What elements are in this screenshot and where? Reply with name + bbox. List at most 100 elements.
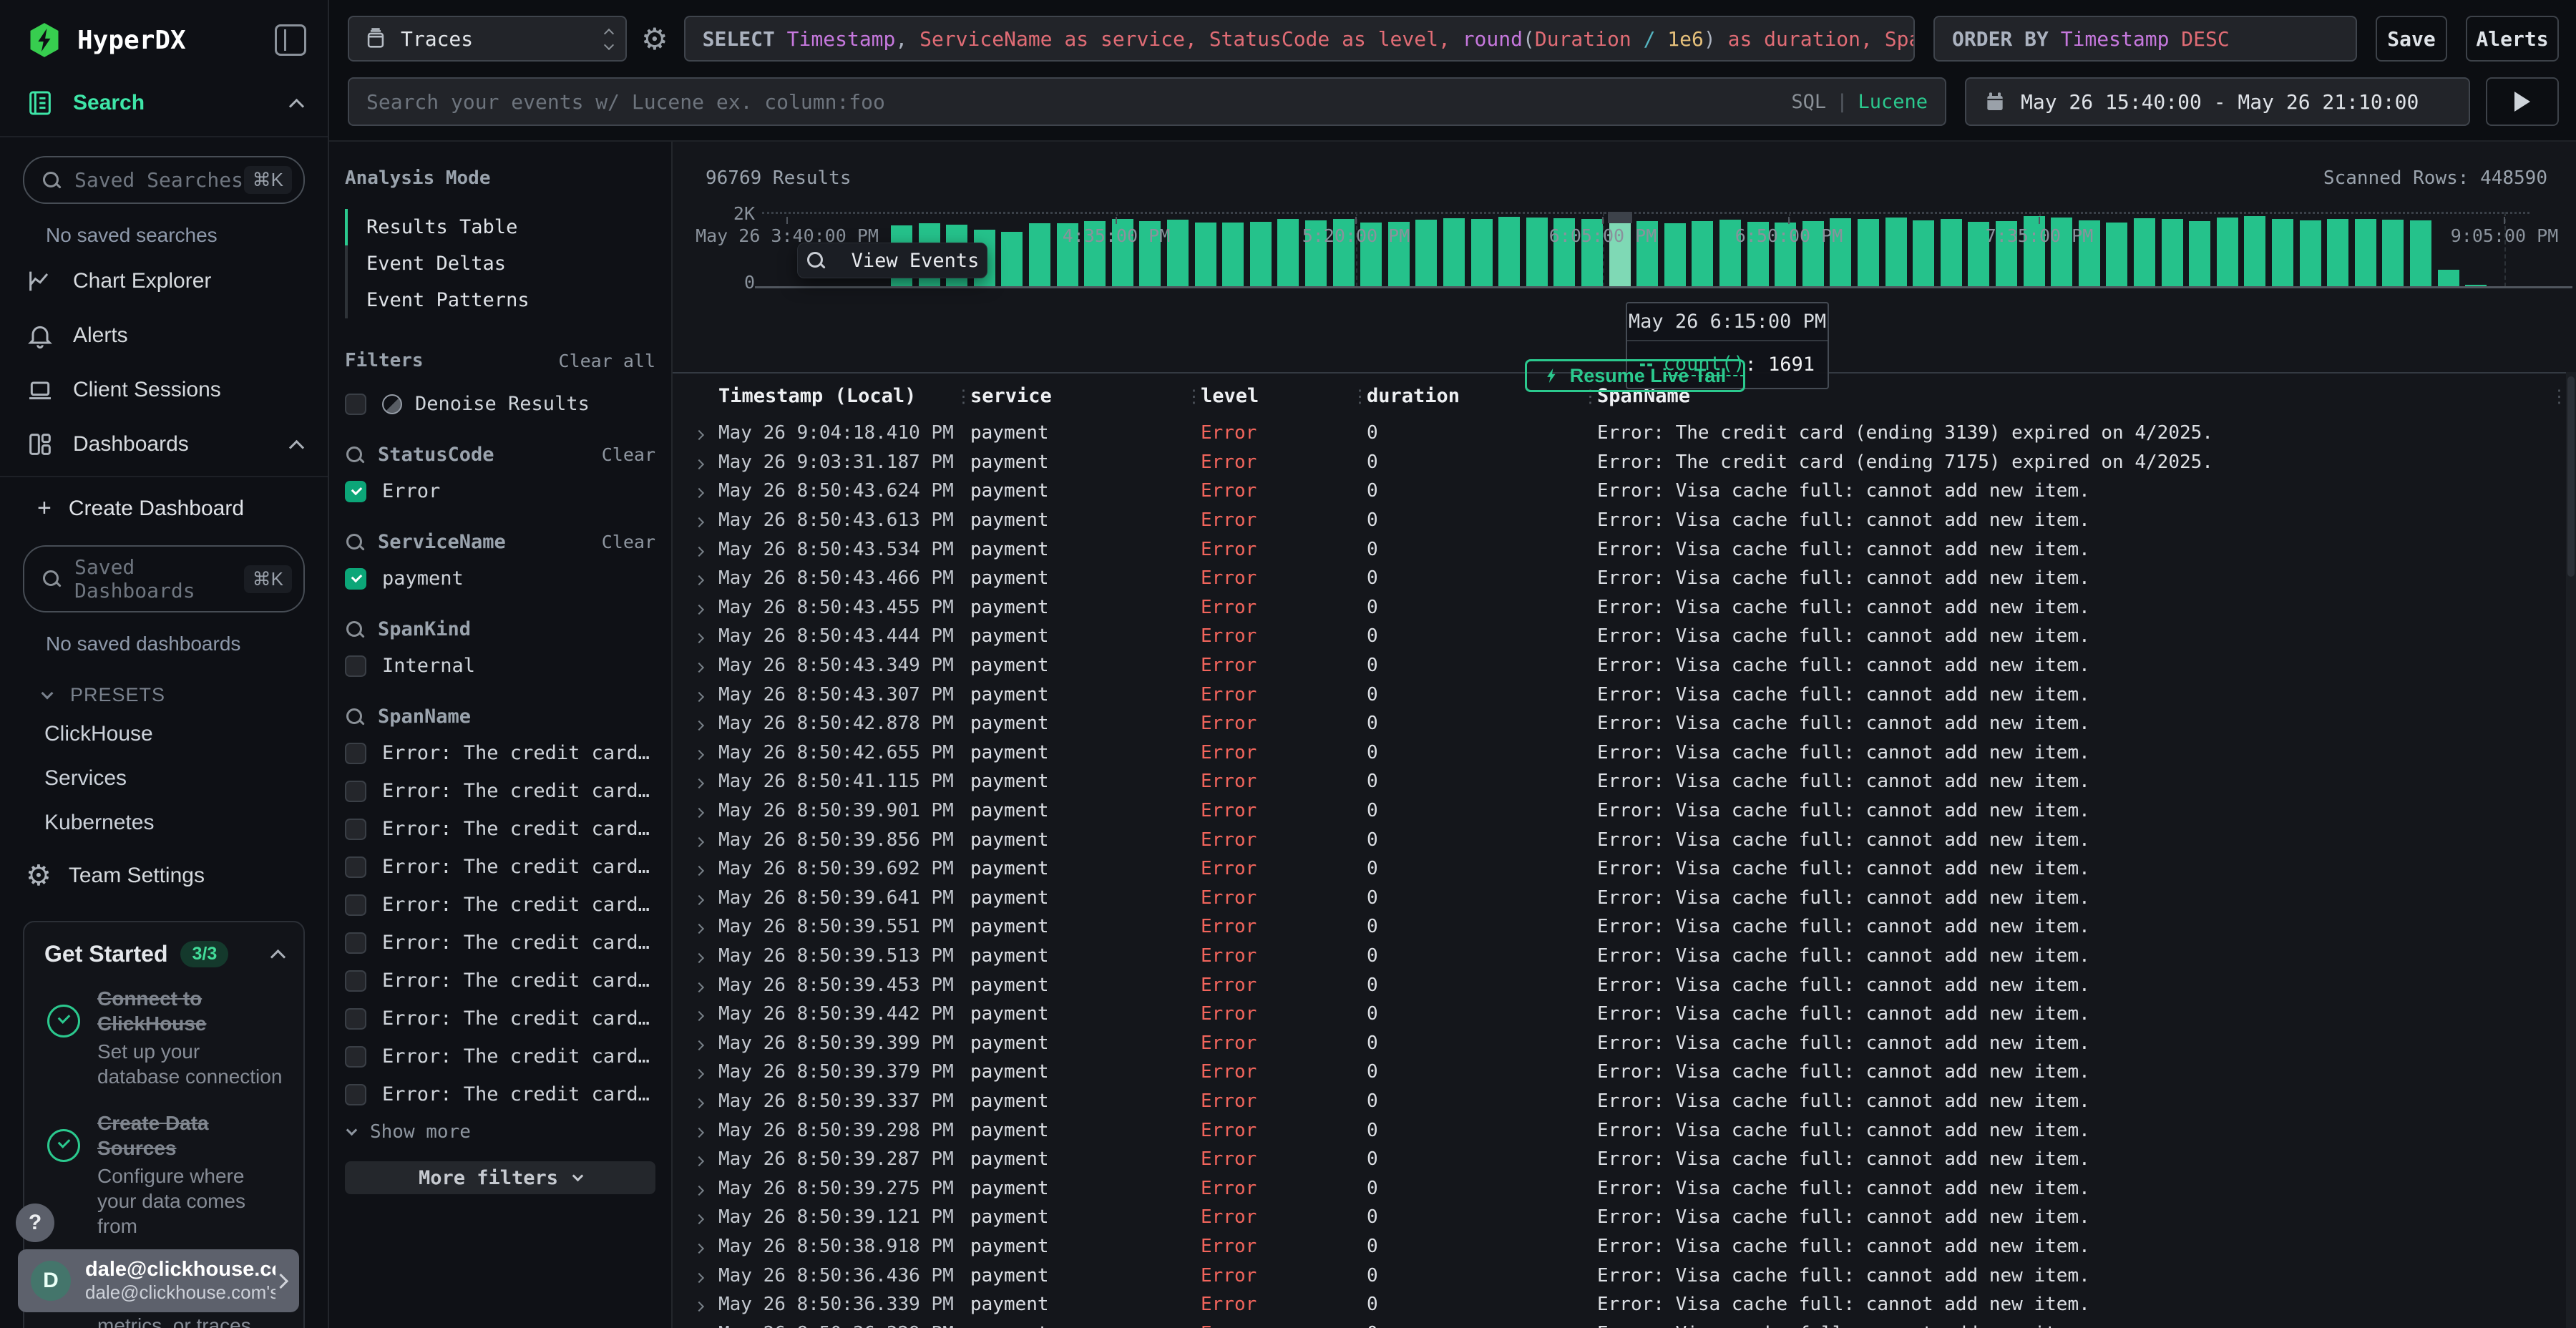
histogram-bar[interactable]: [1167, 220, 1189, 287]
column-header-service[interactable]: service: [970, 385, 1185, 407]
filter-option[interactable]: Error: The credit card …: [345, 856, 655, 878]
alerts-button[interactable]: Alerts: [2466, 16, 2559, 62]
table-row[interactable]: May 26 8:50:38.918 PM⋮payment⋮Error⋮0⋮Er…: [690, 1232, 2566, 1261]
table-row[interactable]: May 26 8:50:36.339 PM⋮payment⋮Error⋮0⋮Er…: [690, 1290, 2566, 1319]
order-by-editor[interactable]: ORDER BY Timestamp DESC: [1933, 16, 2357, 62]
histogram-bar[interactable]: [1195, 223, 1216, 287]
checkbox-unchecked[interactable]: [345, 1046, 366, 1068]
expand-row-chevron-icon[interactable]: [690, 1032, 718, 1054]
table-row[interactable]: May 26 8:50:36.329 PM⋮payment⋮Error⋮0⋮Er…: [690, 1319, 2566, 1328]
expand-row-chevron-icon[interactable]: [690, 625, 718, 647]
expand-row-chevron-icon[interactable]: [690, 771, 718, 792]
table-row[interactable]: May 26 8:50:39.298 PM⋮payment⋮Error⋮0⋮Er…: [690, 1115, 2566, 1145]
table-row[interactable]: May 26 8:50:39.379 PM⋮payment⋮Error⋮0⋮Er…: [690, 1058, 2566, 1087]
filter-option[interactable]: Error: [345, 480, 655, 502]
histogram-bar[interactable]: [2189, 221, 2210, 287]
preset-item-clickhouse[interactable]: ClickHouse: [0, 712, 328, 756]
date-range-picker[interactable]: May 26 15:40:00 - May 26 21:10:00: [1965, 77, 2470, 126]
checkbox-unchecked[interactable]: [345, 970, 366, 992]
histogram-chart[interactable]: [762, 212, 2529, 287]
histogram-bar[interactable]: [1029, 223, 1050, 287]
table-row[interactable]: May 26 9:04:18.410 PM⋮payment⋮Error⋮0⋮Er…: [690, 419, 2566, 448]
expand-row-chevron-icon[interactable]: [690, 1178, 718, 1199]
histogram-bar[interactable]: [2327, 219, 2348, 287]
table-row[interactable]: May 26 8:50:42.655 PM⋮payment⋮Error⋮0⋮Er…: [690, 738, 2566, 768]
expand-row-chevron-icon[interactable]: [690, 742, 718, 763]
expand-row-chevron-icon[interactable]: [690, 1265, 718, 1286]
filter-option[interactable]: Error: The credit card …: [345, 894, 655, 916]
table-row[interactable]: May 26 8:50:41.115 PM⋮payment⋮Error⋮0⋮Er…: [690, 767, 2566, 796]
get-started-step-sources[interactable]: Create Data Sources Configure where your…: [44, 1110, 283, 1239]
histogram-bar[interactable]: [2355, 219, 2376, 287]
get-started-step-connect[interactable]: Connect to ClickHouse Set up your databa…: [44, 986, 283, 1089]
presets-section-toggle[interactable]: PRESETS: [0, 663, 328, 712]
expand-row-chevron-icon[interactable]: [690, 684, 718, 706]
analysis-mode-tab[interactable]: Event Deltas: [348, 245, 655, 282]
histogram-bar[interactable]: [1526, 218, 1548, 287]
histogram-bar[interactable]: [1277, 219, 1299, 287]
mode-lucene-toggle[interactable]: Lucene: [1858, 91, 1928, 113]
run-query-button[interactable]: [2486, 77, 2559, 126]
filter-option[interactable]: Error: The credit card …: [345, 742, 655, 764]
sidebar-item-chart-explorer[interactable]: Chart Explorer: [0, 254, 328, 308]
table-row[interactable]: May 26 8:50:39.513 PM⋮payment⋮Error⋮0⋮Er…: [690, 942, 2566, 971]
resume-live-tail-button[interactable]: Resume Live Tail: [1525, 359, 1745, 392]
filter-option[interactable]: Error: The credit card …: [345, 932, 655, 954]
table-row[interactable]: May 26 8:50:39.121 PM⋮payment⋮Error⋮0⋮Er…: [690, 1203, 2566, 1232]
table-row[interactable]: May 26 8:50:36.436 PM⋮payment⋮Error⋮0⋮Er…: [690, 1261, 2566, 1290]
lucene-search-input[interactable]: Search your events w/ Lucene ex. column:…: [348, 77, 1946, 126]
sidebar-collapse-icon[interactable]: [275, 24, 306, 56]
table-row[interactable]: May 26 8:50:39.287 PM⋮payment⋮Error⋮0⋮Er…: [690, 1145, 2566, 1174]
saved-dashboards-input[interactable]: Saved Dashboards ⌘K: [23, 545, 305, 612]
histogram-bar[interactable]: [1913, 220, 1934, 287]
preset-item-services[interactable]: Services: [0, 756, 328, 801]
table-row[interactable]: May 26 8:50:43.624 PM⋮payment⋮Error⋮0⋮Er…: [690, 477, 2566, 506]
expand-row-chevron-icon[interactable]: [690, 539, 718, 560]
table-row[interactable]: May 26 8:50:39.901 PM⋮payment⋮Error⋮0⋮Er…: [690, 796, 2566, 826]
table-row[interactable]: May 26 8:50:43.613 PM⋮payment⋮Error⋮0⋮Er…: [690, 506, 2566, 535]
histogram-bar[interactable]: [2134, 218, 2155, 287]
denoise-checkbox[interactable]: [345, 394, 366, 415]
filter-option[interactable]: Internal: [345, 655, 655, 677]
histogram-bar[interactable]: [1941, 219, 1962, 287]
histogram-bar[interactable]: [2410, 220, 2431, 287]
expand-row-chevron-icon[interactable]: [690, 480, 718, 502]
source-settings-gear-icon[interactable]: ⚙: [641, 16, 668, 62]
filter-option[interactable]: Error: The credit card …: [345, 1083, 655, 1105]
histogram-bar[interactable]: [2382, 220, 2404, 287]
histogram-bar[interactable]: [1498, 217, 1520, 287]
column-resize-handle[interactable]: ⋮: [955, 386, 970, 406]
histogram-bar[interactable]: [2300, 220, 2321, 287]
sidebar-item-team-settings[interactable]: ⚙ Team Settings: [0, 845, 328, 907]
source-select[interactable]: Traces: [348, 16, 627, 62]
expand-row-chevron-icon[interactable]: [690, 800, 718, 821]
expand-row-chevron-icon[interactable]: [690, 1120, 718, 1141]
checkbox-checked[interactable]: [345, 568, 366, 590]
chevron-up-icon[interactable]: [270, 949, 286, 965]
expand-row-chevron-icon[interactable]: [690, 1003, 718, 1025]
filter-option[interactable]: Error: The credit card …: [345, 1007, 655, 1030]
expand-row-chevron-icon[interactable]: [690, 1061, 718, 1083]
checkbox-unchecked[interactable]: [345, 894, 366, 916]
histogram-bar[interactable]: [1415, 220, 1437, 287]
table-row[interactable]: May 26 8:50:39.692 PM⋮payment⋮Error⋮0⋮Er…: [690, 854, 2566, 884]
table-row[interactable]: May 26 8:50:39.442 PM⋮payment⋮Error⋮0⋮Er…: [690, 1000, 2566, 1029]
checkbox-unchecked[interactable]: [345, 743, 366, 764]
table-row[interactable]: May 26 8:50:43.307 PM⋮payment⋮Error⋮0⋮Er…: [690, 680, 2566, 709]
create-dashboard-button[interactable]: + Create Dashboard: [0, 477, 328, 527]
table-row[interactable]: May 26 9:03:31.187 PM⋮payment⋮Error⋮0⋮Er…: [690, 448, 2566, 477]
clear-filter-link[interactable]: Clear: [602, 532, 655, 552]
filter-option[interactable]: Error: The credit card …: [345, 1045, 655, 1068]
expand-row-chevron-icon[interactable]: [690, 975, 718, 996]
histogram-bar[interactable]: [1885, 218, 1907, 287]
expand-row-chevron-icon[interactable]: [690, 858, 718, 879]
table-row[interactable]: May 26 8:50:43.466 PM⋮payment⋮Error⋮0⋮Er…: [690, 564, 2566, 593]
histogram-bar[interactable]: [1692, 221, 1713, 287]
histogram-bar[interactable]: [1250, 222, 1272, 287]
table-row[interactable]: May 26 8:50:43.349 PM⋮payment⋮Error⋮0⋮Er…: [690, 651, 2566, 680]
histogram-bar[interactable]: [2438, 270, 2459, 287]
denoise-results-row[interactable]: Denoise Results: [345, 393, 655, 415]
column-header-timestamp[interactable]: Timestamp (Local): [718, 385, 955, 407]
expand-row-chevron-icon[interactable]: [690, 887, 718, 909]
view-events-button[interactable]: View Events: [797, 243, 987, 278]
